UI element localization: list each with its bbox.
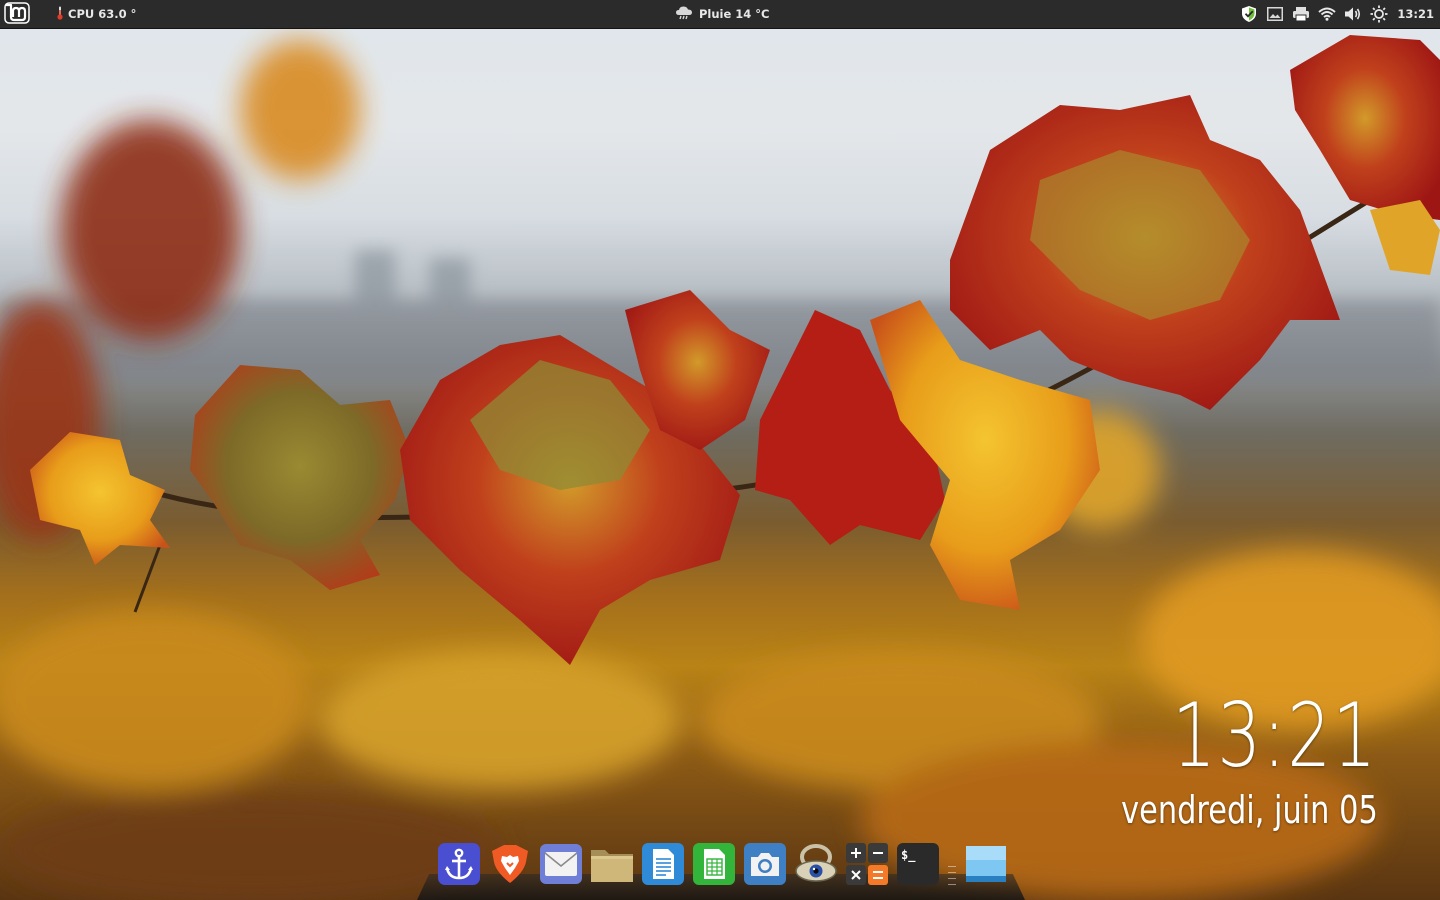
calculator-icon: [846, 843, 888, 885]
desklet-time: 13:21: [1172, 684, 1378, 787]
dock-separator: [945, 839, 959, 889]
thermometer-icon: [56, 6, 64, 23]
main-menu-button[interactable]: [0, 0, 34, 28]
anchor-icon: [438, 843, 480, 885]
volume-icon[interactable]: [1343, 4, 1363, 24]
screenshot-camera-icon: [744, 843, 786, 885]
mail-icon: [540, 844, 582, 884]
dock-item-spreadsheet[interactable]: [690, 840, 738, 888]
image-viewer-icon[interactable]: [1265, 4, 1285, 24]
dock-item-calculator[interactable]: [843, 840, 891, 888]
dock-item-text-document[interactable]: [639, 840, 687, 888]
dock-item-screenshot[interactable]: [741, 840, 789, 888]
printer-icon[interactable]: [1291, 4, 1311, 24]
spreadsheet-icon: [693, 843, 735, 885]
terminal-icon: $_: [897, 843, 939, 885]
file-manager-icon: [591, 850, 633, 882]
terminal-prompt: $_: [901, 848, 916, 863]
desktop-clock-desklet: 13:21 vendredi, juin 05: [1057, 684, 1378, 833]
dock-launchers: $_: [435, 840, 1010, 888]
dock-item-anchor[interactable]: [435, 840, 483, 888]
weather-label: Pluie 14 °C: [699, 7, 770, 21]
dock-item-brave-browser[interactable]: [486, 840, 534, 888]
cpu-temperature-applet[interactable]: CPU 63.0 °: [56, 0, 136, 28]
brave-browser-icon: [492, 845, 528, 883]
dock-item-mail[interactable]: [537, 840, 585, 888]
dock-item-eye-viewer[interactable]: [792, 840, 840, 888]
linux-mint-menu-icon: [4, 1, 30, 27]
system-tray: 13:21: [1239, 0, 1440, 28]
desktop-window-icon: [966, 846, 1006, 882]
application-dock: $_: [417, 836, 1025, 900]
panel-clock[interactable]: 13:21: [1395, 7, 1434, 21]
dock-item-terminal[interactable]: $_: [894, 840, 942, 888]
brightness-icon[interactable]: [1369, 4, 1389, 24]
cpu-temperature-value: 63.0 °: [98, 7, 137, 21]
shield-check-icon[interactable]: [1239, 4, 1259, 24]
cpu-label: CPU: [68, 7, 95, 21]
desklet-date: vendredi, juin 05: [1121, 788, 1378, 832]
weather-applet[interactable]: Pluie 14 °C: [675, 0, 770, 28]
top-panel: CPU 63.0 ° Pluie 14 °C 13:21: [0, 0, 1440, 29]
wifi-icon[interactable]: [1317, 4, 1337, 24]
rain-cloud-icon: [675, 5, 693, 24]
dock-item-file-manager[interactable]: [588, 840, 636, 888]
dock-item-show-desktop[interactable]: [962, 840, 1010, 888]
eye-viewer-icon: [795, 844, 837, 882]
text-document-icon: [642, 843, 684, 885]
